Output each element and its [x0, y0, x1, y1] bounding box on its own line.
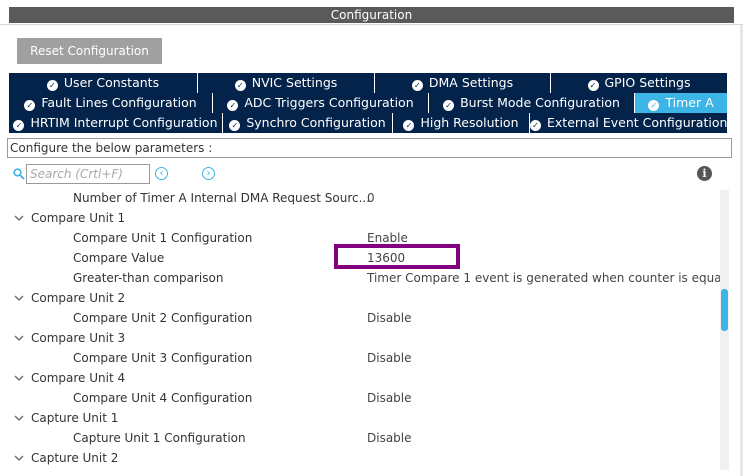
chevron-down-icon[interactable]: [13, 448, 25, 468]
tree-group[interactable]: Compare Unit 4: [7, 368, 717, 388]
param-name: Compare Unit 4 Configuration: [73, 391, 253, 405]
reset-configuration-button[interactable]: Reset Configuration: [17, 38, 162, 64]
tab-label: GPIO Settings: [604, 75, 691, 90]
tab-row-1: ✓ User Constants ✓ NVIC Settings ✓ DMA Sett…: [9, 73, 728, 93]
tab-label: Synchro Configuration: [246, 115, 386, 130]
chevron-down-icon[interactable]: [13, 328, 25, 348]
tab-dma-settings[interactable]: ✓ DMA Settings: [375, 73, 551, 93]
group-name: Capture Unit 1: [31, 411, 119, 425]
tree-group[interactable]: Capture Unit 1: [7, 408, 717, 428]
check-icon: ✓: [403, 120, 415, 131]
check-icon: ✓: [24, 100, 36, 111]
chevron-left-icon: ‹: [159, 168, 164, 179]
tab-label: User Constants: [63, 75, 160, 90]
tab-label: External Event Configuration: [547, 115, 728, 130]
tab-gpio-settings[interactable]: ✓ GPIO Settings: [551, 73, 728, 93]
vertical-scrollbar[interactable]: [720, 190, 729, 470]
search-next-button[interactable]: ›: [202, 167, 215, 180]
check-icon: ✓: [411, 80, 423, 91]
search-icon: [13, 168, 25, 183]
param-value: Disable: [367, 431, 412, 445]
param-value: Timer Compare 1 event is generated when …: [367, 271, 725, 285]
param-name: Greater-than comparison: [73, 271, 224, 285]
chevron-down-icon[interactable]: [13, 208, 25, 228]
search-previous-button[interactable]: ‹: [155, 167, 168, 180]
tree-group[interactable]: Compare Unit 1: [7, 208, 717, 228]
check-icon: ✓: [648, 100, 660, 111]
info-icon[interactable]: i: [697, 166, 712, 181]
tree-row[interactable]: Greater-than comparison Timer Compare 1 …: [7, 268, 725, 288]
parameter-tree: Number of Timer A Internal DMA Request S…: [7, 188, 732, 470]
tree-row[interactable]: Compare Unit 4 Configuration Disable: [7, 388, 717, 408]
group-name: Compare Unit 2: [31, 291, 126, 305]
group-name: Capture Unit 2: [31, 451, 119, 465]
params-heading: Configure the below parameters :: [7, 138, 732, 158]
param-value: Disable: [367, 311, 412, 325]
tab-user-constants[interactable]: ✓ User Constants: [9, 73, 198, 93]
tab-fault-lines-configuration[interactable]: ✓ Fault Lines Configuration: [9, 93, 213, 113]
param-name: Compare Unit 1 Configuration: [73, 231, 253, 245]
chevron-down-icon[interactable]: [13, 288, 25, 308]
tab-label: Burst Mode Configuration: [460, 95, 620, 110]
param-name: Compare Value: [73, 251, 165, 265]
param-value: 0: [367, 191, 375, 205]
check-icon: ✓: [13, 120, 25, 131]
search-input[interactable]: [26, 164, 150, 184]
compare-value-field[interactable]: 13600: [367, 248, 405, 268]
group-name: Compare Unit 3: [31, 331, 126, 345]
check-icon: ✓: [443, 100, 455, 111]
param-value: Disable: [367, 391, 412, 405]
chevron-down-icon[interactable]: [13, 408, 25, 428]
check-icon: ✓: [530, 120, 541, 131]
check-icon: ✓: [229, 120, 241, 131]
check-icon: ✓: [46, 80, 58, 91]
tab-row-2: ✓ Fault Lines Configuration ✓ ADC Triggers…: [9, 93, 728, 113]
check-icon: ✓: [227, 100, 239, 111]
tree-group[interactable]: Capture Unit 2: [7, 448, 717, 468]
scrollbar-thumb[interactable]: [721, 289, 728, 331]
tree-row[interactable]: Compare Unit 2 Configuration Disable: [7, 308, 717, 328]
tree-row[interactable]: Compare Unit 1 Configuration Enable: [7, 228, 717, 248]
tree-row[interactable]: Compare Unit 3 Configuration Disable: [7, 348, 717, 368]
tree-row[interactable]: Compare Value 13600: [7, 248, 717, 268]
tree-group[interactable]: Compare Unit 2: [7, 288, 717, 308]
title-bar: Configuration: [0, 0, 743, 25]
tab-label: Timer A: [665, 95, 714, 110]
tab-timer-a[interactable]: ✓ Timer A: [635, 93, 728, 113]
param-name: Capture Unit 1 Configuration: [73, 431, 246, 445]
chevron-right-icon: ›: [206, 168, 211, 179]
tab-external-event-configuration[interactable]: ✓ External Event Configuration: [530, 113, 728, 133]
param-name: Number of Timer A Internal DMA Request S…: [73, 191, 371, 205]
tab-label: HRTIM Interrupt Configuration: [30, 115, 218, 130]
tab-label: DMA Settings: [428, 75, 514, 90]
chevron-down-icon[interactable]: [13, 368, 25, 388]
tree-row[interactable]: Number of Timer A Internal DMA Request S…: [7, 188, 717, 208]
tab-burst-mode-configuration[interactable]: ✓ Burst Mode Configuration: [429, 93, 635, 113]
tab-label: ADC Triggers Configuration: [244, 95, 414, 110]
tab-synchro-configuration[interactable]: ✓ Synchro Configuration: [223, 113, 393, 133]
tab-row-3: ✓ HRTIM Interrupt Configuration ✓ Synchro …: [9, 113, 728, 133]
check-icon: ✓: [587, 80, 599, 91]
tab-bar: ✓ User Constants ✓ NVIC Settings ✓ DMA Sett…: [9, 73, 728, 133]
check-icon: ✓: [234, 80, 246, 91]
tab-label: High Resolution: [420, 115, 519, 130]
search-bar: ‹ › i: [11, 163, 731, 185]
tab-label: Fault Lines Configuration: [41, 95, 197, 110]
param-name: Compare Unit 2 Configuration: [73, 311, 253, 325]
group-name: Compare Unit 1: [31, 211, 126, 225]
tree-row[interactable]: Capture Unit 1 Configuration Disable: [7, 428, 717, 448]
tab-nvic-settings[interactable]: ✓ NVIC Settings: [198, 73, 375, 93]
param-name: Compare Unit 3 Configuration: [73, 351, 253, 365]
window-title: Configuration: [9, 7, 734, 23]
tree-group[interactable]: Compare Unit 3: [7, 328, 717, 348]
param-value: Enable: [367, 231, 408, 245]
group-name: Compare Unit 4: [31, 371, 126, 385]
tab-hrtim-interrupt-configuration[interactable]: ✓ HRTIM Interrupt Configuration: [9, 113, 223, 133]
tab-high-resolution[interactable]: ✓ High Resolution: [393, 113, 530, 133]
param-value: Disable: [367, 351, 412, 365]
tab-adc-triggers-configuration[interactable]: ✓ ADC Triggers Configuration: [213, 93, 429, 113]
tab-label: NVIC Settings: [251, 75, 338, 90]
